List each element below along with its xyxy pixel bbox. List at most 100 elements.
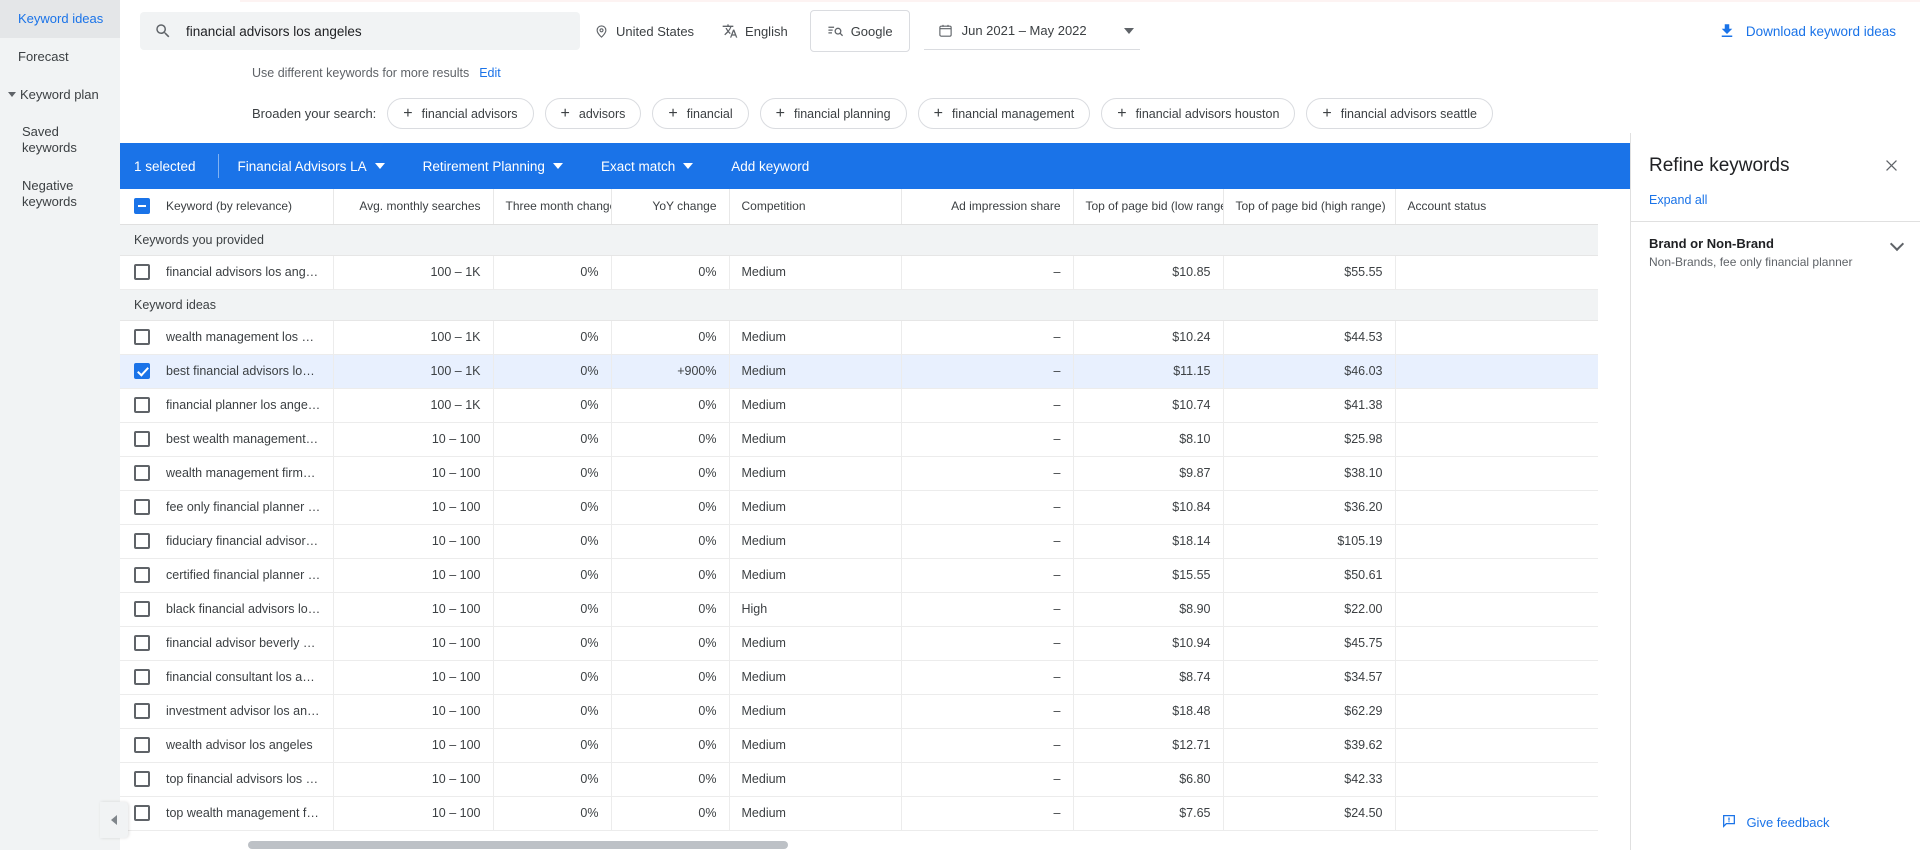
row-checkbox[interactable] bbox=[134, 465, 150, 481]
row-checkbox[interactable] bbox=[134, 601, 150, 617]
table-row[interactable]: financial advisor beverly hills 10 – 100 0… bbox=[120, 626, 1598, 661]
broaden-chip[interactable]: + advisors bbox=[544, 98, 642, 129]
column-header-avg-monthly-searches[interactable]: Avg. monthly searches bbox=[332, 189, 493, 225]
row-checkbox-cell[interactable] bbox=[120, 660, 158, 695]
broaden-chip[interactable]: + financial planning bbox=[759, 98, 907, 129]
sidebar-item-forecast[interactable]: Forecast bbox=[0, 38, 120, 76]
column-header-bid-high[interactable]: Top of page bid (high range) bbox=[1222, 189, 1395, 225]
sidebar-group-keyword-plan[interactable]: Keyword plan bbox=[0, 76, 120, 113]
row-checkbox-cell[interactable] bbox=[120, 255, 158, 290]
three-month-change-cell: 0% bbox=[492, 728, 611, 763]
row-checkbox[interactable] bbox=[134, 567, 150, 583]
table-row[interactable]: certified financial planner l… 10 – 100 0%… bbox=[120, 558, 1598, 593]
row-checkbox[interactable] bbox=[134, 264, 150, 280]
sidebar-item-negative-keywords[interactable]: Negative keywords bbox=[0, 167, 120, 221]
table-row[interactable]: best wealth management fi… 10 – 100 0% 0% Me… bbox=[120, 422, 1598, 457]
row-checkbox[interactable] bbox=[134, 669, 150, 685]
campaign-selector[interactable]: Financial Advisors LA bbox=[219, 143, 404, 189]
adgroup-selector[interactable]: Retirement Planning bbox=[404, 143, 582, 189]
table-row[interactable]: black financial advisors los… 10 – 100 0% 0… bbox=[120, 592, 1598, 627]
match-type-selector[interactable]: Exact match bbox=[582, 143, 712, 189]
row-checkbox[interactable] bbox=[134, 771, 150, 787]
avg-monthly-searches-cell: 10 – 100 bbox=[332, 592, 493, 627]
bid-high-cell: $105.19 bbox=[1222, 524, 1395, 559]
ad-impression-share-cell: – bbox=[900, 626, 1073, 661]
broaden-chip[interactable]: + financial advisors houston bbox=[1101, 98, 1296, 129]
table-row[interactable]: wealth management los an… 100 – 1K 0% 0% Med… bbox=[120, 320, 1598, 355]
row-checkbox[interactable] bbox=[134, 635, 150, 651]
broaden-chip-label: financial advisors bbox=[421, 106, 518, 121]
row-checkbox-cell[interactable] bbox=[120, 694, 158, 729]
row-checkbox-cell[interactable] bbox=[120, 490, 158, 525]
horizontal-scrollbar[interactable] bbox=[240, 840, 1450, 850]
row-checkbox-cell[interactable] bbox=[120, 354, 158, 389]
download-label: Download keyword ideas bbox=[1745, 23, 1896, 39]
location-filter-button[interactable]: United States bbox=[580, 12, 708, 50]
column-header-keyword[interactable]: Keyword (by relevance) bbox=[158, 189, 333, 225]
table-row[interactable]: fee only financial planner lo… 10 – 100 0%… bbox=[120, 490, 1598, 525]
add-keyword-button[interactable]: Add keyword bbox=[712, 143, 828, 189]
refine-close-button[interactable] bbox=[1881, 155, 1902, 181]
table-row[interactable]: wealth advisor los angeles 10 – 100 0% 0% Me… bbox=[120, 728, 1598, 763]
row-checkbox-cell[interactable] bbox=[120, 422, 158, 457]
row-checkbox[interactable] bbox=[134, 329, 150, 345]
column-header-three-month-change[interactable]: Three month change bbox=[492, 189, 611, 225]
table-row[interactable]: financial consultant los an… 10 – 100 0% 0%… bbox=[120, 660, 1598, 695]
keyword-search-box[interactable] bbox=[140, 12, 580, 50]
table-row[interactable]: wealth management firms l… 10 – 100 0% 0% Me… bbox=[120, 456, 1598, 491]
account-status-cell bbox=[1394, 660, 1598, 695]
network-filter-button[interactable]: Google bbox=[809, 10, 910, 52]
row-checkbox-cell[interactable] bbox=[120, 388, 158, 423]
broaden-chip[interactable]: + financial advisors bbox=[387, 98, 534, 129]
edit-keywords-link[interactable]: Edit bbox=[479, 66, 501, 80]
row-checkbox[interactable] bbox=[134, 431, 150, 447]
competition-cell: Medium bbox=[728, 354, 901, 389]
refine-item-brand-or-non-brand[interactable]: Brand or Non-Brand Non-Brands, fee only … bbox=[1631, 221, 1920, 283]
plus-icon: + bbox=[775, 104, 785, 122]
column-header-competition[interactable]: Competition bbox=[728, 189, 901, 225]
column-header-bid-low[interactable]: Top of page bid (low range) bbox=[1072, 189, 1223, 225]
broaden-chip[interactable]: + financial bbox=[652, 98, 749, 129]
row-checkbox[interactable] bbox=[134, 703, 150, 719]
sidebar-item-saved-keywords[interactable]: Saved keywords bbox=[0, 113, 120, 167]
column-header-account-status[interactable]: Account status bbox=[1394, 189, 1598, 225]
row-checkbox[interactable] bbox=[134, 363, 150, 379]
broaden-chip[interactable]: + financial advisors seattle bbox=[1306, 98, 1493, 129]
table-row[interactable]: top wealth management fir… 10 – 100 0% 0% Me… bbox=[120, 796, 1598, 831]
table-row[interactable]: best financial advisors los … 100 – 1K 0% +… bbox=[120, 354, 1598, 389]
sidebar-item-keyword-ideas[interactable]: Keyword ideas bbox=[0, 0, 120, 38]
row-checkbox[interactable] bbox=[134, 805, 150, 821]
date-range-button[interactable]: Jun 2021 – May 2022 bbox=[923, 12, 1140, 50]
row-checkbox[interactable] bbox=[134, 499, 150, 515]
give-feedback-button[interactable]: Give feedback bbox=[1631, 813, 1920, 832]
three-month-change-cell: 0% bbox=[492, 490, 611, 525]
row-checkbox-cell[interactable] bbox=[120, 626, 158, 661]
row-checkbox-cell[interactable] bbox=[120, 456, 158, 491]
table-row[interactable]: investment advisor los ang… 10 – 100 0% 0% M… bbox=[120, 694, 1598, 729]
horizontal-scrollbar-thumb[interactable] bbox=[248, 841, 788, 849]
column-header-yoy-change[interactable]: YoY change bbox=[610, 189, 729, 225]
row-checkbox[interactable] bbox=[134, 397, 150, 413]
table-row[interactable]: financial planner los angeles 100 – 1K 0% 0… bbox=[120, 388, 1598, 423]
row-checkbox-cell[interactable] bbox=[120, 320, 158, 355]
row-checkbox[interactable] bbox=[134, 737, 150, 753]
column-header-ad-impression-share[interactable]: Ad impression share bbox=[900, 189, 1073, 225]
row-checkbox-cell[interactable] bbox=[120, 558, 158, 593]
expand-all-link[interactable]: Expand all bbox=[1631, 181, 1920, 221]
bid-high-cell: $25.98 bbox=[1222, 422, 1395, 457]
table-row[interactable]: fiduciary financial advisor l… 10 – 100 0%… bbox=[120, 524, 1598, 559]
broaden-chip[interactable]: + financial management bbox=[917, 98, 1091, 129]
table-row[interactable]: financial advisors los angel… 100 – 1K 0% 0… bbox=[120, 255, 1598, 290]
table-row[interactable]: top financial advisors los a… 10 – 100 0% 0… bbox=[120, 762, 1598, 797]
select-all-checkbox[interactable] bbox=[134, 198, 150, 215]
row-checkbox-cell[interactable] bbox=[120, 728, 158, 763]
search-input[interactable] bbox=[184, 22, 566, 40]
language-filter-button[interactable]: English bbox=[708, 12, 802, 50]
row-checkbox-cell[interactable] bbox=[120, 592, 158, 627]
row-checkbox-cell[interactable] bbox=[120, 524, 158, 559]
row-checkbox-cell[interactable] bbox=[120, 762, 158, 797]
sidebar-collapse-button[interactable] bbox=[100, 802, 128, 838]
download-keyword-ideas-button[interactable]: Download keyword ideas bbox=[1718, 22, 1896, 40]
bid-low-cell: $10.85 bbox=[1072, 255, 1223, 290]
row-checkbox[interactable] bbox=[134, 533, 150, 549]
